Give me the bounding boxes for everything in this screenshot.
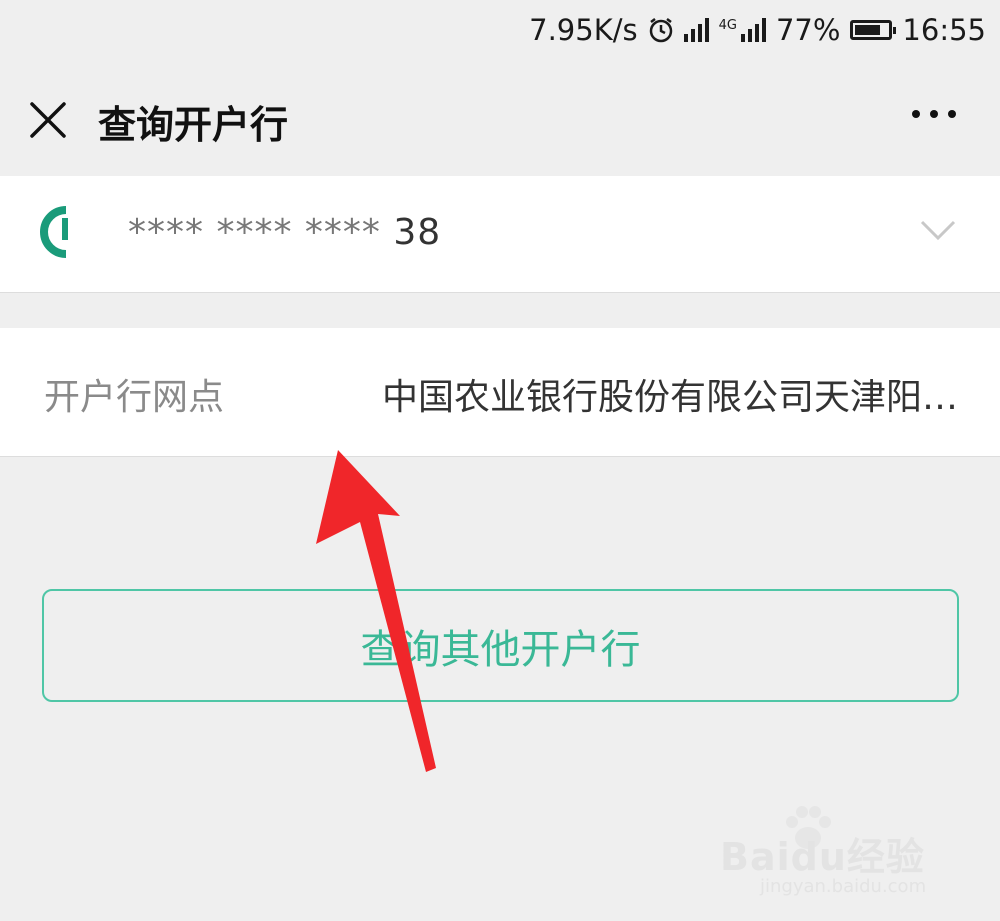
watermark-url: jingyan.baidu.com [760, 876, 927, 897]
battery-percent: 77% [775, 13, 841, 47]
bank-logo-icon [40, 206, 68, 258]
card-selector[interactable]: **** **** **** 38 [0, 176, 1000, 293]
battery-fill [855, 25, 881, 35]
alarm-icon [649, 18, 672, 43]
annotation-arrow-icon [316, 450, 436, 772]
chevron-down-icon[interactable] [920, 218, 956, 242]
battery-icon [850, 20, 897, 40]
title-bar: 查询开户行 [0, 70, 1000, 166]
branch-value: 中国农业银行股份有限公司天津阳… [381, 377, 958, 418]
card-number: **** **** **** 38 [128, 212, 441, 253]
baidu-watermark: Baidu经验 jingyan.baidu.com [720, 806, 940, 907]
network-speed: 7.95K/s [529, 13, 638, 47]
branch-label: 开户行网点 [44, 377, 225, 418]
network-type: 4G [718, 18, 737, 33]
card-number-last: 38 [393, 212, 442, 253]
page-title: 查询开户行 [98, 103, 289, 147]
status-bar: 7.95K/s 4G 77% 16:55 [0, 0, 1000, 60]
clock: 16:55 [902, 13, 986, 47]
query-other-button[interactable]: 查询其他开户行 [42, 589, 959, 702]
wifi-signal-icon [683, 18, 709, 42]
watermark-text: Baidu经验 [720, 835, 925, 879]
more-icon[interactable] [912, 110, 956, 118]
cell-signal-icon [740, 18, 766, 42]
card-number-masked: **** **** **** [128, 212, 381, 253]
close-icon[interactable] [26, 98, 70, 142]
branch-row: 开户行网点 中国农业银行股份有限公司天津阳… [0, 328, 1000, 457]
